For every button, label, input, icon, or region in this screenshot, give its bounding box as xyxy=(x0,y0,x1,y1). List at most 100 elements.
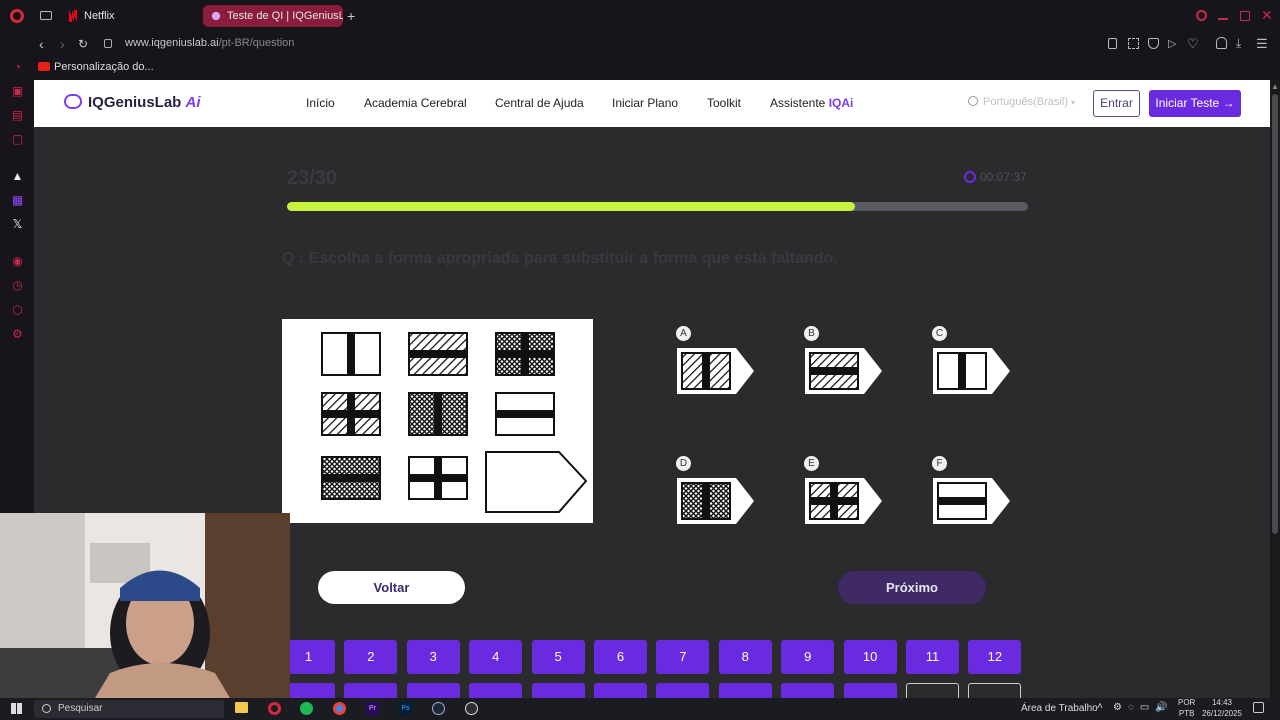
menu-icon[interactable]: ☰ xyxy=(1256,36,1268,52)
download-icon[interactable]: ⤓ xyxy=(1236,36,1241,51)
next-button[interactable]: Próximo xyxy=(838,571,986,604)
tab-iq-test[interactable]: Teste de QI | IQGeniusLab xyxy=(203,5,343,27)
settings-icon[interactable]: ⚙ xyxy=(11,328,24,341)
nav-link-academia[interactable]: Academia Cerebral xyxy=(364,96,467,110)
minimize-icon[interactable] xyxy=(1218,18,1228,20)
cell-2-3 xyxy=(495,392,555,436)
pin-icon[interactable] xyxy=(1108,38,1117,49)
question-number-7[interactable]: 7 xyxy=(656,640,710,674)
url-field[interactable]: www.iqgeniuslab.ai/pt-BR/question xyxy=(125,37,294,49)
messenger-icon[interactable]: ▤ xyxy=(11,109,24,122)
desktop-label[interactable]: Área de Trabalho xyxy=(1021,703,1098,714)
scroll-thumb[interactable] xyxy=(1272,94,1278,534)
question-number-next-row[interactable] xyxy=(344,683,398,698)
play-icon[interactable]: ▷ xyxy=(1168,37,1176,50)
heart-icon[interactable]: ♡ xyxy=(1187,36,1199,52)
reload-icon[interactable]: ↻ xyxy=(78,37,88,51)
question-number-2[interactable]: 2 xyxy=(344,640,398,674)
question-number-next-row[interactable] xyxy=(594,683,647,698)
windows-taskbar: Pesquisar Pr Ps Área de Trabalho ˄ ⚙◌▭🔊 … xyxy=(0,698,1280,720)
file-explorer-icon[interactable] xyxy=(235,702,248,713)
question-number-12[interactable]: 12 xyxy=(968,640,1022,674)
obs-icon[interactable] xyxy=(465,702,478,715)
option-d[interactable] xyxy=(676,476,756,524)
tab-manager-icon[interactable] xyxy=(40,11,52,20)
option-a[interactable] xyxy=(676,346,756,394)
arc-icon[interactable]: ▲ xyxy=(11,170,24,183)
nav-link-inicio[interactable]: Início xyxy=(306,96,335,110)
back-button[interactable]: Voltar xyxy=(318,571,465,604)
tray-icons[interactable]: ⚙◌▭🔊 xyxy=(1113,702,1174,713)
tray-chevron-icon[interactable]: ˄ xyxy=(1097,701,1103,712)
question-number-9[interactable]: 9 xyxy=(781,640,835,674)
search-tabs-icon[interactable] xyxy=(1196,10,1207,21)
start-test-button[interactable]: Iniciar Teste → xyxy=(1149,90,1241,117)
aria-icon[interactable]: ◔ xyxy=(11,61,24,74)
opera-taskbar-icon[interactable] xyxy=(268,702,281,715)
tab-netflix[interactable]: Netflix xyxy=(60,5,200,27)
lang-line-1: POR xyxy=(1178,698,1196,707)
question-number-10[interactable]: 10 xyxy=(843,640,897,674)
question-number-next-row[interactable] xyxy=(469,683,523,698)
bookmark-item[interactable]: Personalização do... xyxy=(38,61,154,73)
snapshot-icon[interactable] xyxy=(1128,38,1139,49)
back-icon[interactable]: ‹ xyxy=(39,36,44,52)
photoshop-icon[interactable]: Ps xyxy=(399,702,412,715)
language-select[interactable]: Português(Brasil) ▾ xyxy=(968,96,1075,108)
webcam-image xyxy=(0,513,290,698)
site-logo[interactable]: IQGeniusLab Ai xyxy=(64,94,201,114)
question-number-3[interactable]: 3 xyxy=(406,640,460,674)
close-window-icon[interactable]: ✕ xyxy=(1261,7,1273,23)
option-b[interactable] xyxy=(804,346,884,394)
option-f[interactable] xyxy=(932,476,1012,524)
clock-date: 26/12/2025 xyxy=(1201,709,1243,718)
player-icon[interactable]: ◉ xyxy=(11,255,24,268)
forward-icon[interactable]: › xyxy=(60,36,65,52)
x-twitter-icon[interactable]: 𝕏 xyxy=(11,218,24,231)
language-indicator[interactable]: POR PTB xyxy=(1178,697,1195,719)
question-number-4[interactable]: 4 xyxy=(469,640,523,674)
twitch-icon[interactable]: ▦ xyxy=(11,194,24,207)
nav-link-ajuda[interactable]: Central de Ajuda xyxy=(495,96,584,110)
logo-ai: Ai xyxy=(185,94,201,111)
extensions-icon[interactable]: ⬡ xyxy=(11,304,24,317)
steam-icon[interactable] xyxy=(432,702,445,715)
question-number-next-row[interactable] xyxy=(406,683,460,698)
spotify-icon[interactable] xyxy=(300,702,313,715)
notification-icon[interactable] xyxy=(1253,702,1264,713)
premiere-icon[interactable]: Pr xyxy=(366,702,379,715)
taskbar-search[interactable]: Pesquisar xyxy=(34,700,224,718)
opera-logo-icon[interactable] xyxy=(10,9,24,23)
option-e[interactable] xyxy=(804,476,884,524)
question-number-5[interactable]: 5 xyxy=(531,640,585,674)
question-number-11[interactable]: 11 xyxy=(906,640,959,674)
question-number-next-row[interactable] xyxy=(968,683,1022,698)
nav-link-plano[interactable]: Iniciar Plano xyxy=(612,96,678,110)
question-number-next-row[interactable] xyxy=(843,683,897,698)
new-tab-icon[interactable]: + xyxy=(347,9,355,23)
instagram-icon[interactable]: ▢ xyxy=(11,133,24,146)
windows-start-icon[interactable] xyxy=(11,703,22,714)
question-text: Q : Escolha a forma apropriada para subs… xyxy=(282,250,838,267)
history-icon[interactable]: ◷ xyxy=(11,279,24,292)
question-number-8[interactable]: 8 xyxy=(718,640,772,674)
nav-link-assistente[interactable]: Assistente IQAi xyxy=(770,96,853,110)
question-number-next-row[interactable] xyxy=(906,683,959,698)
scroll-up-icon[interactable]: ▲ xyxy=(1271,82,1279,91)
scrollbar[interactable]: ▲ xyxy=(1270,80,1280,698)
question-number-6[interactable]: 6 xyxy=(594,640,647,674)
question-number-next-row[interactable] xyxy=(656,683,710,698)
login-button[interactable]: Entrar xyxy=(1093,90,1140,117)
option-c[interactable] xyxy=(932,346,1012,394)
shield-icon[interactable] xyxy=(1148,38,1159,49)
nav-link-toolkit[interactable]: Toolkit xyxy=(707,96,741,110)
question-number-next-row[interactable] xyxy=(718,683,772,698)
question-number-next-row[interactable] xyxy=(781,683,835,698)
question-number-next-row[interactable] xyxy=(531,683,585,698)
maximize-icon[interactable] xyxy=(1240,11,1250,21)
crypto-wallet-icon[interactable]: ▣ xyxy=(11,85,24,98)
chrome-icon[interactable] xyxy=(333,702,346,715)
profile-icon[interactable] xyxy=(1216,37,1227,49)
clock[interactable]: 14:43 26/12/2025 xyxy=(1200,697,1244,719)
option-label-f: F xyxy=(932,456,947,471)
